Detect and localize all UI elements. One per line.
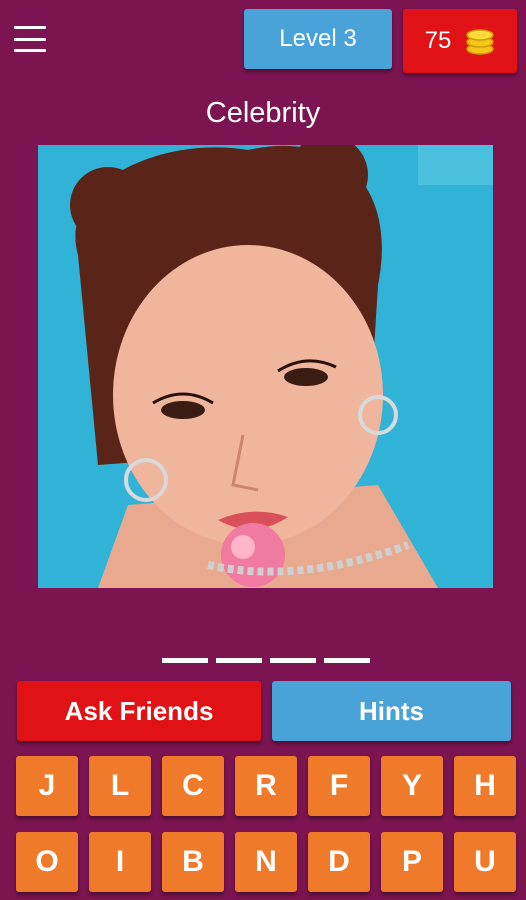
answer-slots [162, 658, 370, 663]
letter-key[interactable]: R [235, 756, 297, 816]
letter-key[interactable]: H [454, 756, 516, 816]
coin-stack-icon [466, 29, 495, 55]
puzzle-image [38, 145, 493, 588]
ask-friends-label: Ask Friends [64, 695, 214, 726]
answer-slot[interactable] [324, 658, 370, 663]
hints-button[interactable]: Hints [272, 681, 511, 741]
letter-key[interactable]: Y [381, 756, 443, 816]
letter-key[interactable]: L [89, 756, 151, 816]
answer-slot[interactable] [270, 658, 316, 663]
category-title: Celebrity [205, 97, 321, 129]
menu-line [14, 26, 46, 29]
menu-line [14, 37, 46, 41]
level-label: Level 3 [279, 25, 357, 52]
letter-key[interactable]: I [89, 832, 151, 892]
letter-key[interactable]: F [308, 756, 370, 816]
letter-key[interactable]: N [235, 832, 297, 892]
level-button[interactable]: Level 3 [244, 9, 392, 69]
letter-key[interactable]: D [308, 832, 370, 892]
coins-count: 75 [424, 27, 452, 54]
answer-slot[interactable] [162, 658, 208, 663]
letter-key[interactable]: P [381, 832, 443, 892]
ask-friends-button[interactable]: Ask Friends [17, 681, 261, 741]
answer-slot[interactable] [216, 658, 262, 663]
coins-counter[interactable]: 75 [403, 9, 517, 73]
letter-key[interactable]: O [16, 832, 78, 892]
letter-key[interactable]: B [162, 832, 224, 892]
letter-keyboard: J L C R F Y H O I B N D P U [16, 756, 516, 892]
letter-key[interactable]: U [454, 832, 516, 892]
letter-key[interactable]: C [162, 756, 224, 816]
menu-icon[interactable] [14, 26, 46, 52]
menu-line [14, 49, 46, 52]
letter-key[interactable]: J [16, 756, 78, 816]
celebrity-photo [38, 145, 493, 588]
hints-label: Hints [359, 695, 424, 726]
